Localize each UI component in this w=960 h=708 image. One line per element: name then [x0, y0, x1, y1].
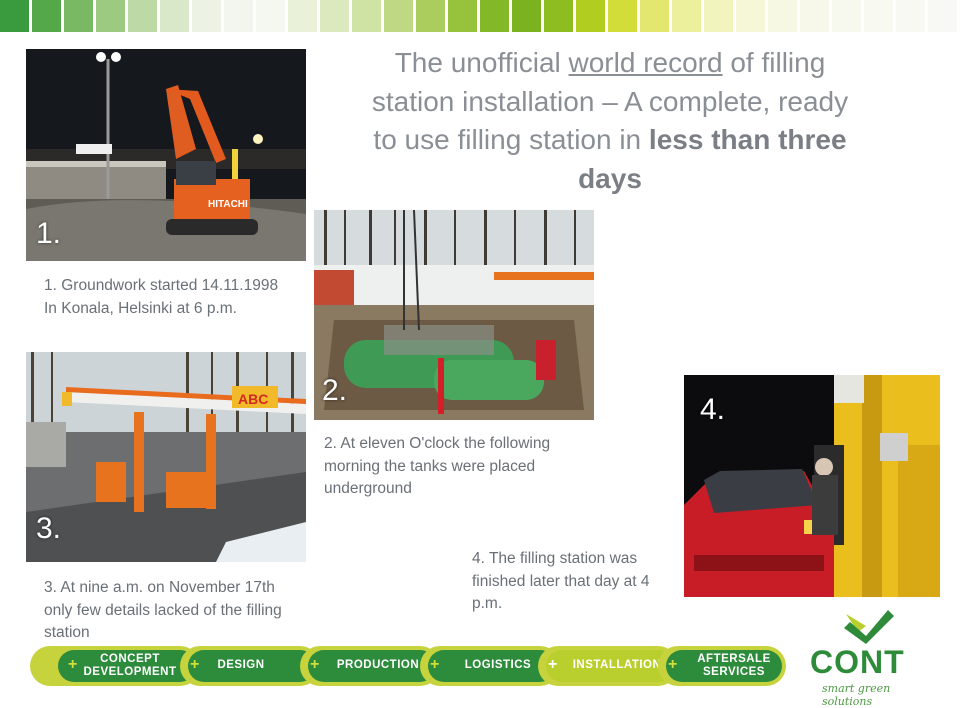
top-square — [160, 0, 189, 32]
photo-number-2: 2. — [322, 374, 348, 407]
top-square — [608, 0, 637, 32]
abc-sign: ABC — [238, 391, 268, 407]
nav-concept-development[interactable]: + CONCEPT DEVELOPMENT — [30, 646, 200, 686]
top-square — [704, 0, 733, 32]
top-square — [96, 0, 125, 32]
photo-number-4: 4. — [700, 393, 726, 426]
top-square — [416, 0, 445, 32]
top-square — [320, 0, 349, 32]
top-square — [384, 0, 413, 32]
tanks-scene — [314, 210, 594, 420]
top-square — [544, 0, 573, 32]
top-square — [128, 0, 157, 32]
hitachi-label: HITACHI — [208, 199, 248, 210]
top-square — [256, 0, 285, 32]
top-square — [0, 0, 29, 32]
top-square — [288, 0, 317, 32]
station-scene: ABC — [26, 352, 306, 562]
top-square — [736, 0, 765, 32]
top-square — [32, 0, 61, 32]
top-square — [352, 0, 381, 32]
top-square — [192, 0, 221, 32]
caption-4: 4. The filling station was finished late… — [472, 550, 650, 612]
top-square — [864, 0, 893, 32]
top-square — [640, 0, 669, 32]
top-square — [512, 0, 541, 32]
caption-1: 1. Groundwork started 14.11.1998 In Kona… — [44, 277, 279, 317]
logo-tagline: smart green solutions — [822, 682, 891, 708]
nav-production[interactable]: + PRODUCTION — [300, 646, 440, 686]
top-square — [672, 0, 701, 32]
nav-design[interactable]: + DESIGN — [180, 646, 320, 686]
top-square — [896, 0, 925, 32]
top-square — [928, 0, 957, 32]
top-square — [64, 0, 93, 32]
caption-2: 2. At eleven O'clock the following morni… — [324, 435, 551, 497]
plus-icon: + — [668, 656, 678, 673]
nav-aftersale-services[interactable]: + AFTERSALE SERVICES — [658, 646, 786, 686]
excavator-scene: HITACHI — [26, 49, 306, 261]
photo-tanks: 2. — [314, 210, 594, 420]
page-title: The unofficial world record of filling s… — [371, 47, 849, 194]
nav-installation[interactable]: + INSTALLATION — [538, 646, 678, 686]
caption-3: 3. At nine a.m. on November 17th only fe… — [44, 579, 282, 641]
top-square — [224, 0, 253, 32]
top-square — [480, 0, 509, 32]
top-square — [576, 0, 605, 32]
plus-icon: + — [68, 656, 78, 673]
plus-icon: + — [190, 656, 200, 673]
photo-finished: 4. — [684, 375, 940, 597]
logo-mark-icon — [844, 610, 894, 644]
top-square — [800, 0, 829, 32]
top-gradient-bar — [0, 0, 960, 32]
logo-word: CONT — [810, 644, 905, 680]
top-square — [832, 0, 861, 32]
photo-number-3: 3. — [36, 512, 62, 545]
top-square — [768, 0, 797, 32]
photo-station: ABC 3. — [26, 352, 306, 562]
plus-icon: + — [430, 656, 440, 673]
process-nav: + CONCEPT DEVELOPMENT + DESIGN + PRODUCTI… — [30, 646, 786, 686]
plus-icon: + — [548, 656, 558, 673]
cont-logo: CONT smart green solutions — [806, 606, 940, 708]
photo-number-1: 1. — [36, 217, 62, 250]
plus-icon: + — [310, 656, 320, 673]
top-square — [448, 0, 477, 32]
photo-groundwork: HITACHI 1. — [26, 49, 306, 261]
